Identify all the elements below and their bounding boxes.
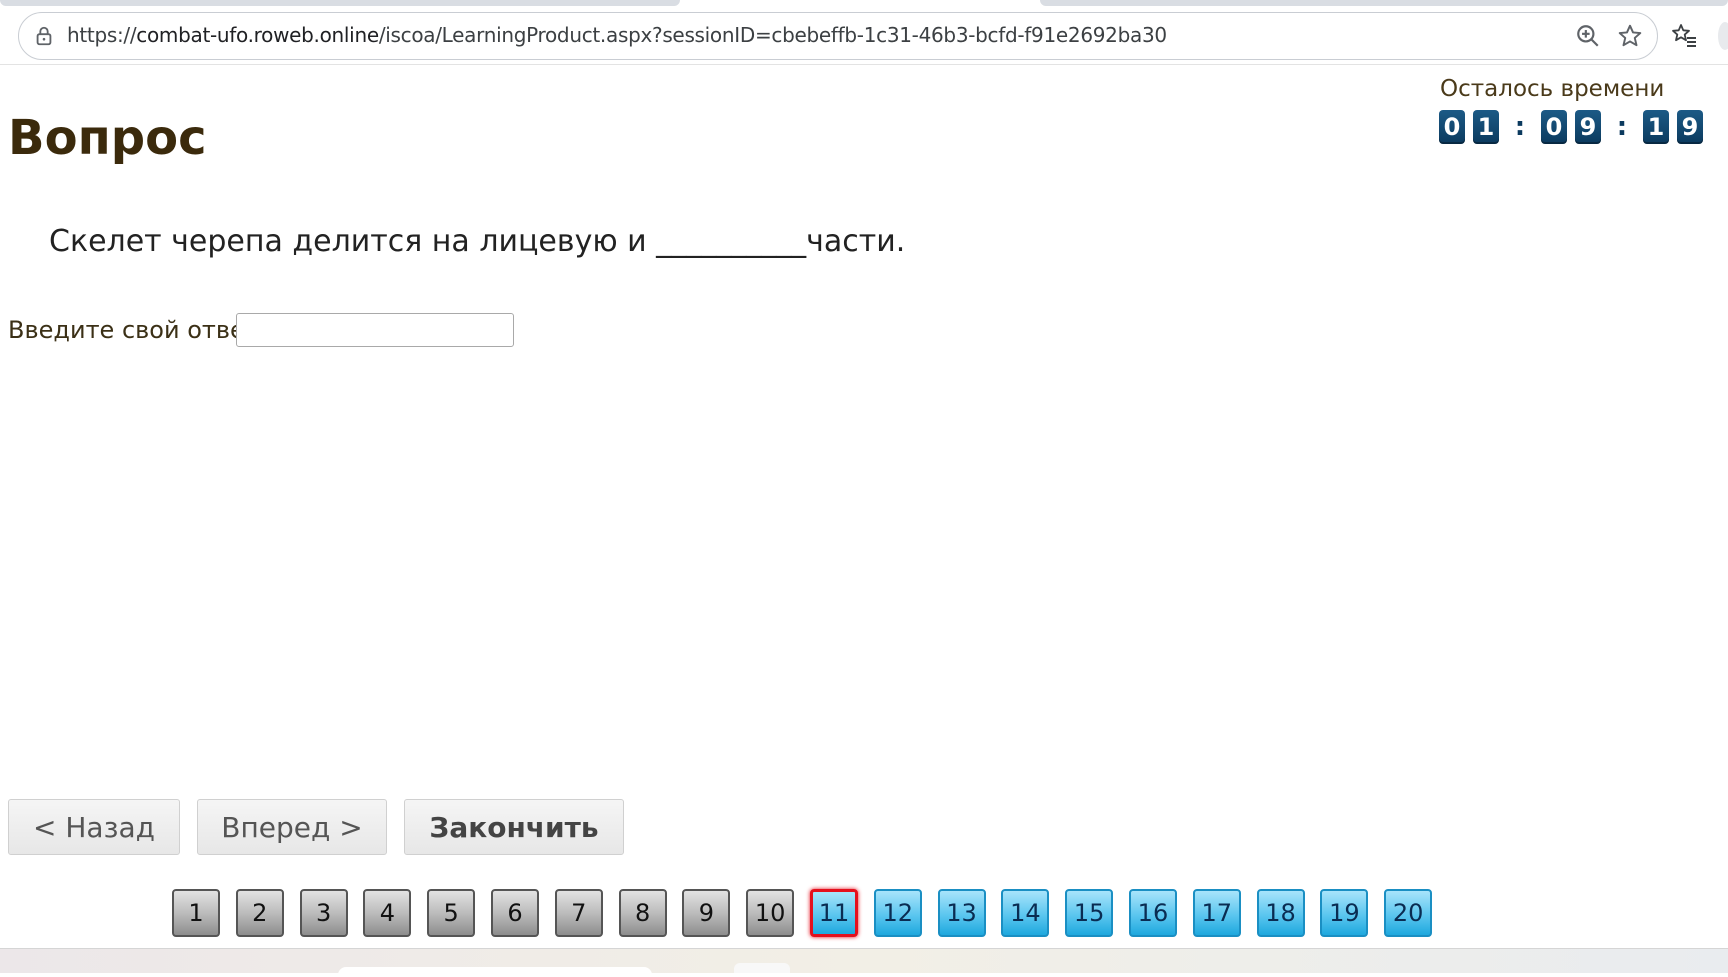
question-page-button-14[interactable]: 14 [1001,889,1050,937]
profile-avatar[interactable] [1718,22,1728,50]
timer-digit: 9 [1575,110,1601,144]
question-page-button-12[interactable]: 12 [873,889,922,937]
star-icon[interactable] [1617,23,1643,49]
tab-strip [0,0,1728,8]
next-button[interactable]: Вперед > [197,799,387,855]
answer-input[interactable] [236,313,514,347]
toolbar-divider [0,64,1728,65]
url-domain: combat-ufo.roweb.online [136,23,379,47]
zoom-icon[interactable] [1575,23,1601,49]
question-page-button-5[interactable]: 5 [427,889,476,937]
lock-icon[interactable] [33,25,55,47]
timer-label: Осталось времени [1440,76,1665,102]
timer-digit: 0 [1439,110,1465,144]
timer-digit: 0 [1541,110,1567,144]
timer-separator: : [1616,112,1628,142]
answer-label: Введите свой ответ [8,316,259,344]
taskbar-item[interactable] [338,967,652,977]
question-page-button-4[interactable]: 4 [363,889,412,937]
tab-left[interactable] [0,0,680,6]
question-page-button-1[interactable]: 1 [172,889,220,937]
countdown-timer: 0 1 : 0 9 : 1 9 [1439,110,1711,144]
question-page-button-11[interactable]: 11 [809,889,858,937]
question-pager: 1 2 3 4 5 6 7 8 9 10 11 12 13 14 15 16 17 18 19 20 [172,889,1448,937]
address-bar[interactable]: https://combat-ufo.roweb.online/iscoa/Le… [18,12,1658,60]
question-page-button-3[interactable]: 3 [299,889,348,937]
question-page-button-8[interactable]: 8 [618,889,667,937]
finish-button[interactable]: Закончить [404,799,624,855]
question-page-button-9[interactable]: 9 [682,889,731,937]
back-button[interactable]: < Назад [8,799,180,855]
url-path: /iscoa/LearningProduct.aspx?sessionID=cb… [378,23,1167,47]
question-page-button-2[interactable]: 2 [235,889,284,937]
question-page-button-10[interactable]: 10 [746,889,795,937]
timer-digit: 1 [1643,110,1669,144]
question-page-button-19[interactable]: 19 [1320,889,1369,937]
question-page-button-7[interactable]: 7 [554,889,603,937]
url-text[interactable]: https://combat-ufo.roweb.online/iscoa/Le… [67,23,1167,47]
timer-separator: : [1514,112,1526,142]
question-page-button-15[interactable]: 15 [1065,889,1114,937]
question-page-button-18[interactable]: 18 [1256,889,1305,937]
favorites-icon[interactable] [1670,22,1698,50]
question-text: Скелет черепа делится на лицевую и _____… [49,224,906,259]
question-page-button-6[interactable]: 6 [490,889,539,937]
taskbar [0,948,1728,977]
page-title: Вопрос [8,110,207,166]
timer-digit: 1 [1473,110,1499,144]
timer-digit: 9 [1677,110,1703,144]
question-page-button-17[interactable]: 17 [1192,889,1241,937]
question-page-button-20[interactable]: 20 [1384,889,1433,937]
question-page-button-13[interactable]: 13 [937,889,986,937]
question-page-button-16[interactable]: 16 [1128,889,1177,937]
url-prefix: https:// [67,23,137,47]
tab-right[interactable] [1040,0,1728,6]
